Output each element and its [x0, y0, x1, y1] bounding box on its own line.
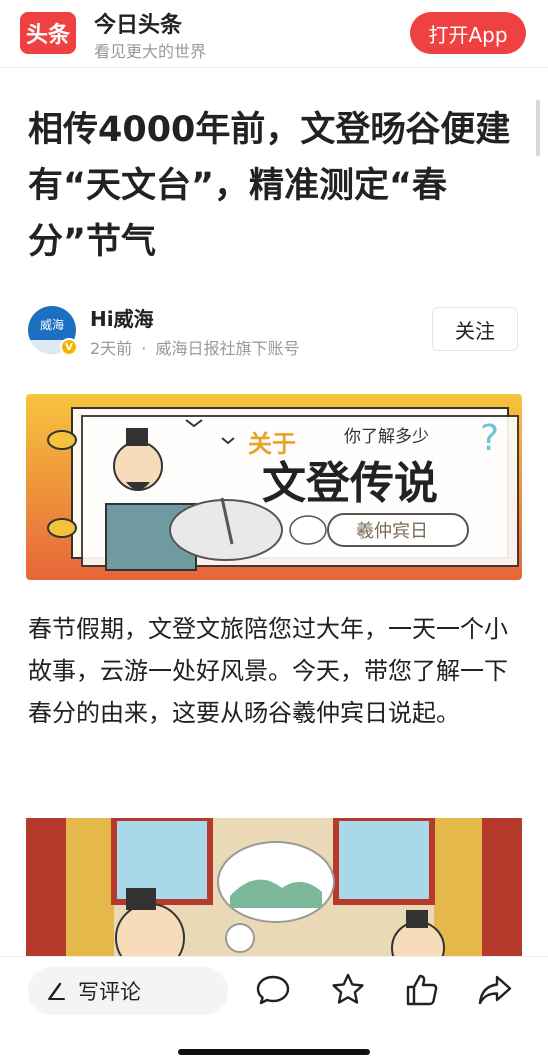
share-icon[interactable]	[476, 971, 514, 1009]
meta-separator: ·	[141, 339, 147, 358]
write-comment-input[interactable]: 写评论	[28, 967, 228, 1015]
verified-badge-icon: V	[60, 338, 78, 356]
pen-icon	[48, 982, 65, 1000]
article-title: 相传4000年前，文登旸谷便建有“天文台”，精准测定“春分”节气	[28, 110, 511, 262]
like-icon[interactable]	[403, 971, 441, 1009]
home-indicator	[178, 1049, 370, 1055]
star-icon[interactable]	[329, 971, 367, 1009]
comment-icon[interactable]	[254, 971, 292, 1009]
toutiao-logo[interactable]: 头条	[20, 12, 76, 54]
scroll-indicator	[536, 100, 540, 156]
article-paragraph: 春节假期，文登文旅陪您过大年，一天一个小故事，云游一处好风景。今天，带您了解一下…	[28, 615, 508, 727]
banner-headline: 文登传说	[262, 458, 438, 509]
banner-kicker: 关于	[248, 430, 296, 458]
app-name: 今日头条	[94, 13, 183, 38]
article-banner-image: 关于 你了解多少 文登传说 羲仲宾日 ?	[26, 394, 522, 580]
illustration-2-art	[26, 818, 522, 958]
write-comment-label: 写评论	[78, 980, 141, 1004]
svg-text:?: ?	[480, 418, 499, 459]
banner-question: 你了解多少	[344, 427, 429, 447]
open-app-button[interactable]: 打开App	[410, 12, 526, 54]
banner-tag: 羲仲宾日	[356, 521, 428, 542]
article-illustration-2	[26, 818, 522, 958]
author-meta: 2天前 · 威海日报社旗下账号	[90, 335, 299, 359]
follow-button[interactable]: 关注	[432, 307, 518, 351]
account-source: 威海日报社旗下账号	[155, 339, 300, 358]
author-name[interactable]: Hi威海	[90, 303, 154, 332]
banner-illustration: 关于 你了解多少 文登传说 羲仲宾日 ?	[26, 394, 522, 580]
top-bar: 头条 今日头条 看见更大的世界 打开App	[0, 0, 548, 68]
app-slogan: 看见更大的世界	[94, 42, 207, 61]
bottom-action-bar: 写评论	[0, 956, 548, 1064]
avatar-text: 威海	[39, 318, 64, 332]
publish-time: 2天前	[90, 339, 133, 358]
